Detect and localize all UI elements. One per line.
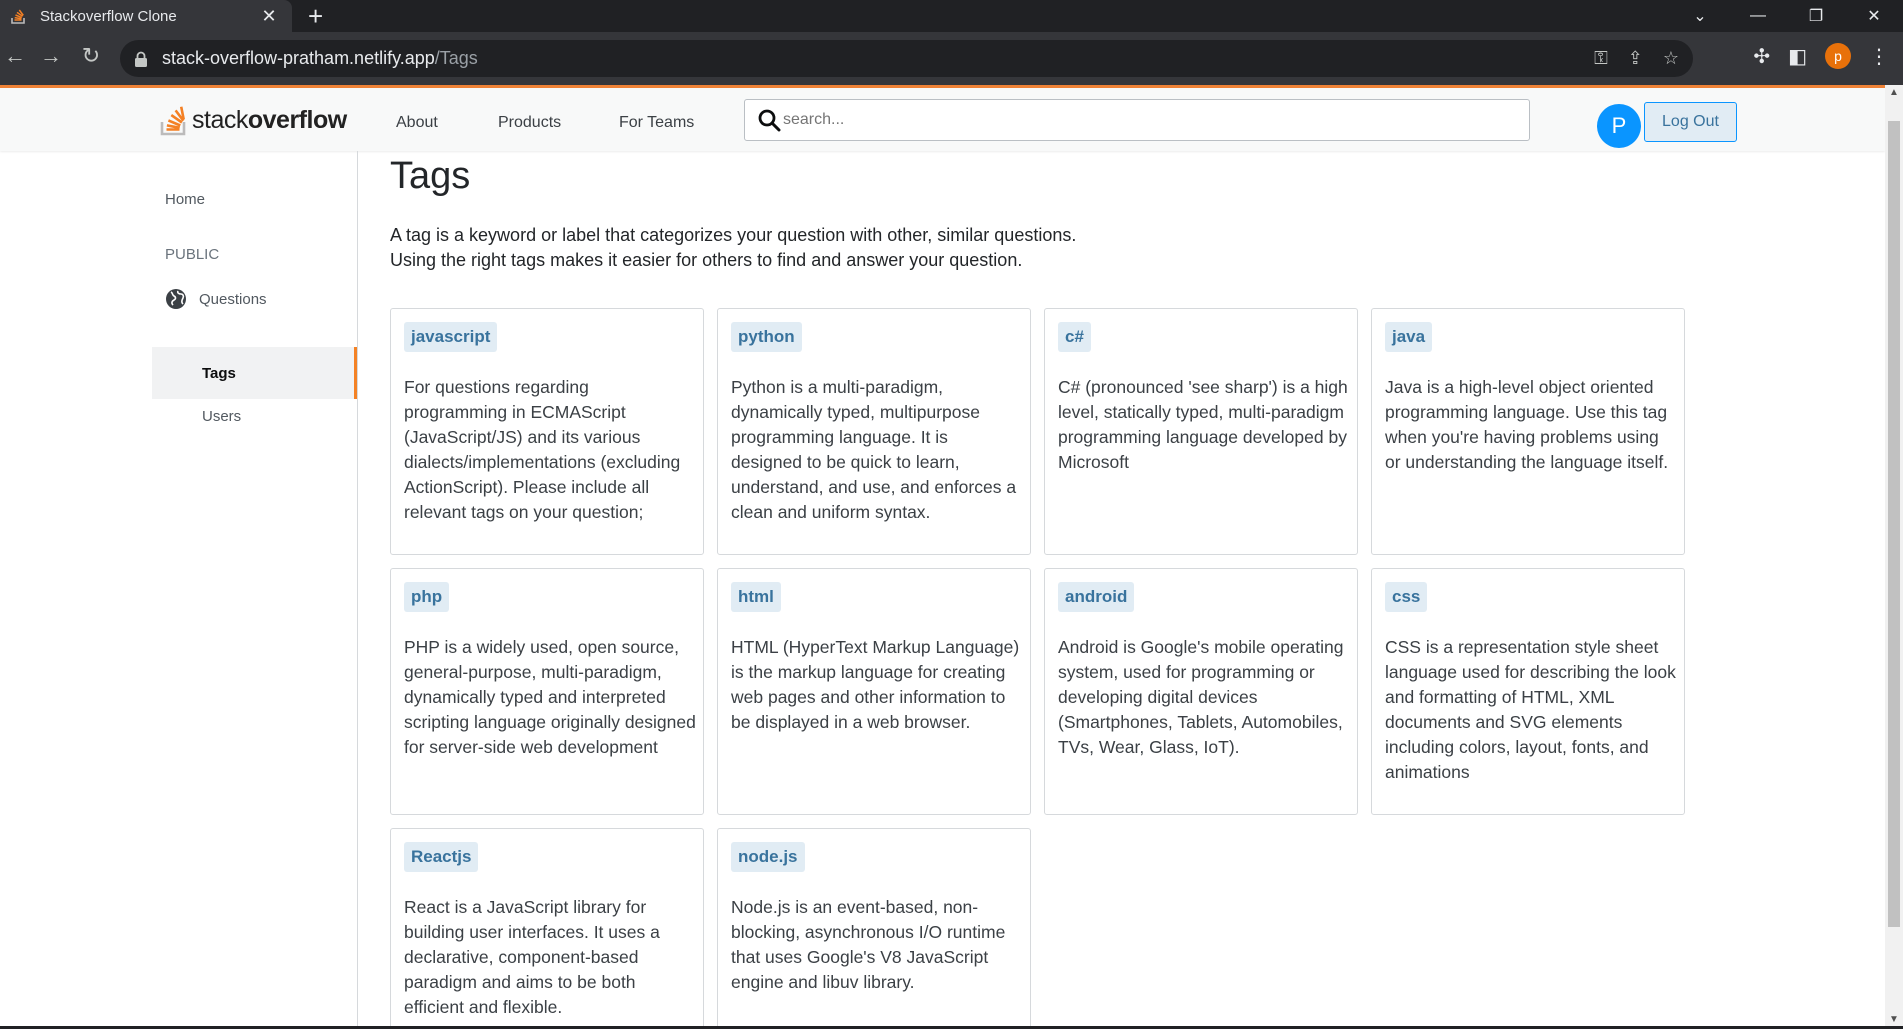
share-icon[interactable]: ⇪: [1628, 48, 1643, 69]
sidebar-item-tags[interactable]: Tags: [152, 347, 357, 399]
stackoverflow-logo[interactable]: stackoverflow: [160, 103, 347, 137]
logout-button[interactable]: Log Out: [1644, 102, 1737, 142]
scroll-down-arrow-icon[interactable]: ▼: [1889, 1014, 1899, 1025]
tag-description: C# (pronounced 'see sharp') is a high le…: [1058, 377, 1348, 472]
tag-chip[interactable]: java: [1385, 322, 1433, 352]
sidebar-item-questions[interactable]: Questions: [165, 288, 267, 310]
browser-tab-strip: Stackoverflow Clone ✕ + ⌄ — ❐ ✕: [0, 0, 1903, 32]
tag-chip[interactable]: javascript: [404, 322, 498, 352]
tag-card: html HTML (HyperText Markup Language) is…: [717, 568, 1031, 815]
tag-description: React is a JavaScript library for buildi…: [404, 897, 660, 1017]
stackoverflow-logo-icon: [160, 106, 186, 136]
tag-description: Node.js is an event-based, non-blocking,…: [731, 897, 1006, 992]
tag-description: For questions regarding programming in E…: [404, 377, 681, 522]
page-description: A tag is a keyword or label that categor…: [390, 223, 1290, 273]
left-sidebar: Home PUBLIC Questions Tags Users: [152, 151, 358, 1029]
page-title: Tags: [390, 155, 471, 197]
profile-avatar[interactable]: p: [1825, 43, 1851, 69]
sidebar-item-users[interactable]: Users: [202, 408, 241, 425]
search-icon: [758, 109, 781, 132]
stackoverflow-favicon-icon: [11, 9, 25, 24]
nav-for-teams[interactable]: For Teams: [619, 114, 694, 132]
sidebar-item-home[interactable]: Home: [165, 191, 205, 208]
browser-tab[interactable]: Stackoverflow Clone ✕: [0, 0, 292, 32]
user-avatar[interactable]: P: [1597, 104, 1641, 148]
browser-toolbar: ← → ↻ stack-overflow-pratham.netlify.app…: [0, 32, 1903, 85]
tag-description: PHP is a widely used, open source, gener…: [404, 637, 696, 757]
tag-description: HTML (HyperText Markup Language) is the …: [731, 637, 1020, 732]
web-page: stackoverflow About Products For Teams P…: [0, 85, 1885, 1029]
scrollbar-thumb[interactable]: [1888, 121, 1900, 927]
close-window-icon[interactable]: ✕: [1845, 0, 1903, 32]
tag-card: java Java is a high-level object oriente…: [1371, 308, 1685, 555]
restore-icon[interactable]: ❐: [1787, 0, 1845, 32]
tag-chip[interactable]: c#: [1058, 322, 1091, 352]
logo-text-light: stack: [192, 105, 248, 134]
nav-products[interactable]: Products: [498, 114, 561, 132]
search-input[interactable]: [783, 111, 1483, 129]
description-line-1: A tag is a keyword or label that categor…: [390, 225, 1077, 245]
search-box[interactable]: [744, 99, 1530, 141]
tab-close-icon[interactable]: ✕: [254, 6, 284, 27]
extension-area: ✣ ◧ p ⋮: [1753, 43, 1889, 69]
tag-description: CSS is a representation style sheet lang…: [1385, 637, 1676, 782]
sidebar-item-questions-label: Questions: [199, 290, 267, 308]
tag-card: php PHP is a widely used, open source, g…: [390, 568, 704, 815]
extensions-puzzle-icon[interactable]: ✣: [1753, 44, 1770, 69]
tab-search-chevron-icon[interactable]: ⌄: [1671, 0, 1729, 32]
tag-description: Python is a multi-paradigm, dynamically …: [731, 377, 1017, 522]
tag-card: javascript For questions regarding progr…: [390, 308, 704, 555]
sidebar-section-public: PUBLIC: [165, 246, 220, 263]
reload-icon[interactable]: ↻: [76, 43, 106, 69]
tag-chip[interactable]: html: [731, 582, 781, 612]
tag-chip[interactable]: node.js: [731, 842, 805, 872]
logo-wordmark: stackoverflow: [192, 106, 347, 135]
logo-text-bold: overflow: [247, 105, 347, 134]
tag-card: c# C# (pronounced 'see sharp') is a high…: [1044, 308, 1358, 555]
key-icon[interactable]: ⚿: [1594, 48, 1608, 69]
bookmark-star-icon[interactable]: ☆: [1663, 48, 1679, 69]
minimize-icon[interactable]: —: [1729, 0, 1787, 32]
tag-card: android Android is Google's mobile opera…: [1044, 568, 1358, 815]
tag-card: css CSS is a representation style sheet …: [1371, 568, 1685, 815]
address-bar[interactable]: stack-overflow-pratham.netlify.app/Tags …: [120, 40, 1693, 77]
lock-icon: [135, 51, 147, 67]
tag-card: python Python is a multi-paradigm, dynam…: [717, 308, 1031, 555]
sidebar-item-tags-label: Tags: [202, 364, 236, 382]
tag-chip[interactable]: python: [731, 322, 802, 352]
side-panel-icon[interactable]: ◧: [1788, 44, 1807, 69]
scroll-up-arrow-icon[interactable]: ▲: [1889, 87, 1899, 98]
omnibox-actions: ⚿ ⇪ ☆: [1594, 48, 1679, 69]
tag-chip[interactable]: android: [1058, 582, 1135, 612]
tag-description: Java is a high-level object oriented pro…: [1385, 377, 1669, 472]
globe-icon: [166, 289, 186, 309]
new-tab-button[interactable]: +: [308, 2, 323, 30]
window-controls: ⌄ — ❐ ✕: [1671, 0, 1903, 32]
url-path: /Tags: [434, 48, 478, 68]
site-header: stackoverflow About Products For Teams P…: [0, 88, 1885, 151]
tag-description: Android is Google's mobile operating sys…: [1058, 637, 1344, 757]
forward-arrow-icon[interactable]: →: [36, 43, 66, 69]
tag-card: node.js Node.js is an event-based, non-b…: [717, 828, 1031, 1029]
back-arrow-icon[interactable]: ←: [0, 43, 30, 69]
url-host: stack-overflow-pratham.netlify.app: [162, 48, 435, 68]
tag-chip[interactable]: css: [1385, 582, 1428, 612]
tag-card: Reactjs React is a JavaScript library fo…: [390, 828, 704, 1029]
page-scrollbar[interactable]: ▲ ▼: [1885, 85, 1903, 1029]
description-line-2: Using the right tags makes it easier for…: [390, 250, 1023, 270]
tab-title: Stackoverflow Clone: [40, 7, 177, 25]
tag-chip[interactable]: Reactjs: [404, 842, 479, 872]
menu-kebab-icon[interactable]: ⋮: [1869, 44, 1889, 69]
tag-chip[interactable]: php: [404, 582, 450, 612]
nav-about[interactable]: About: [396, 114, 438, 132]
